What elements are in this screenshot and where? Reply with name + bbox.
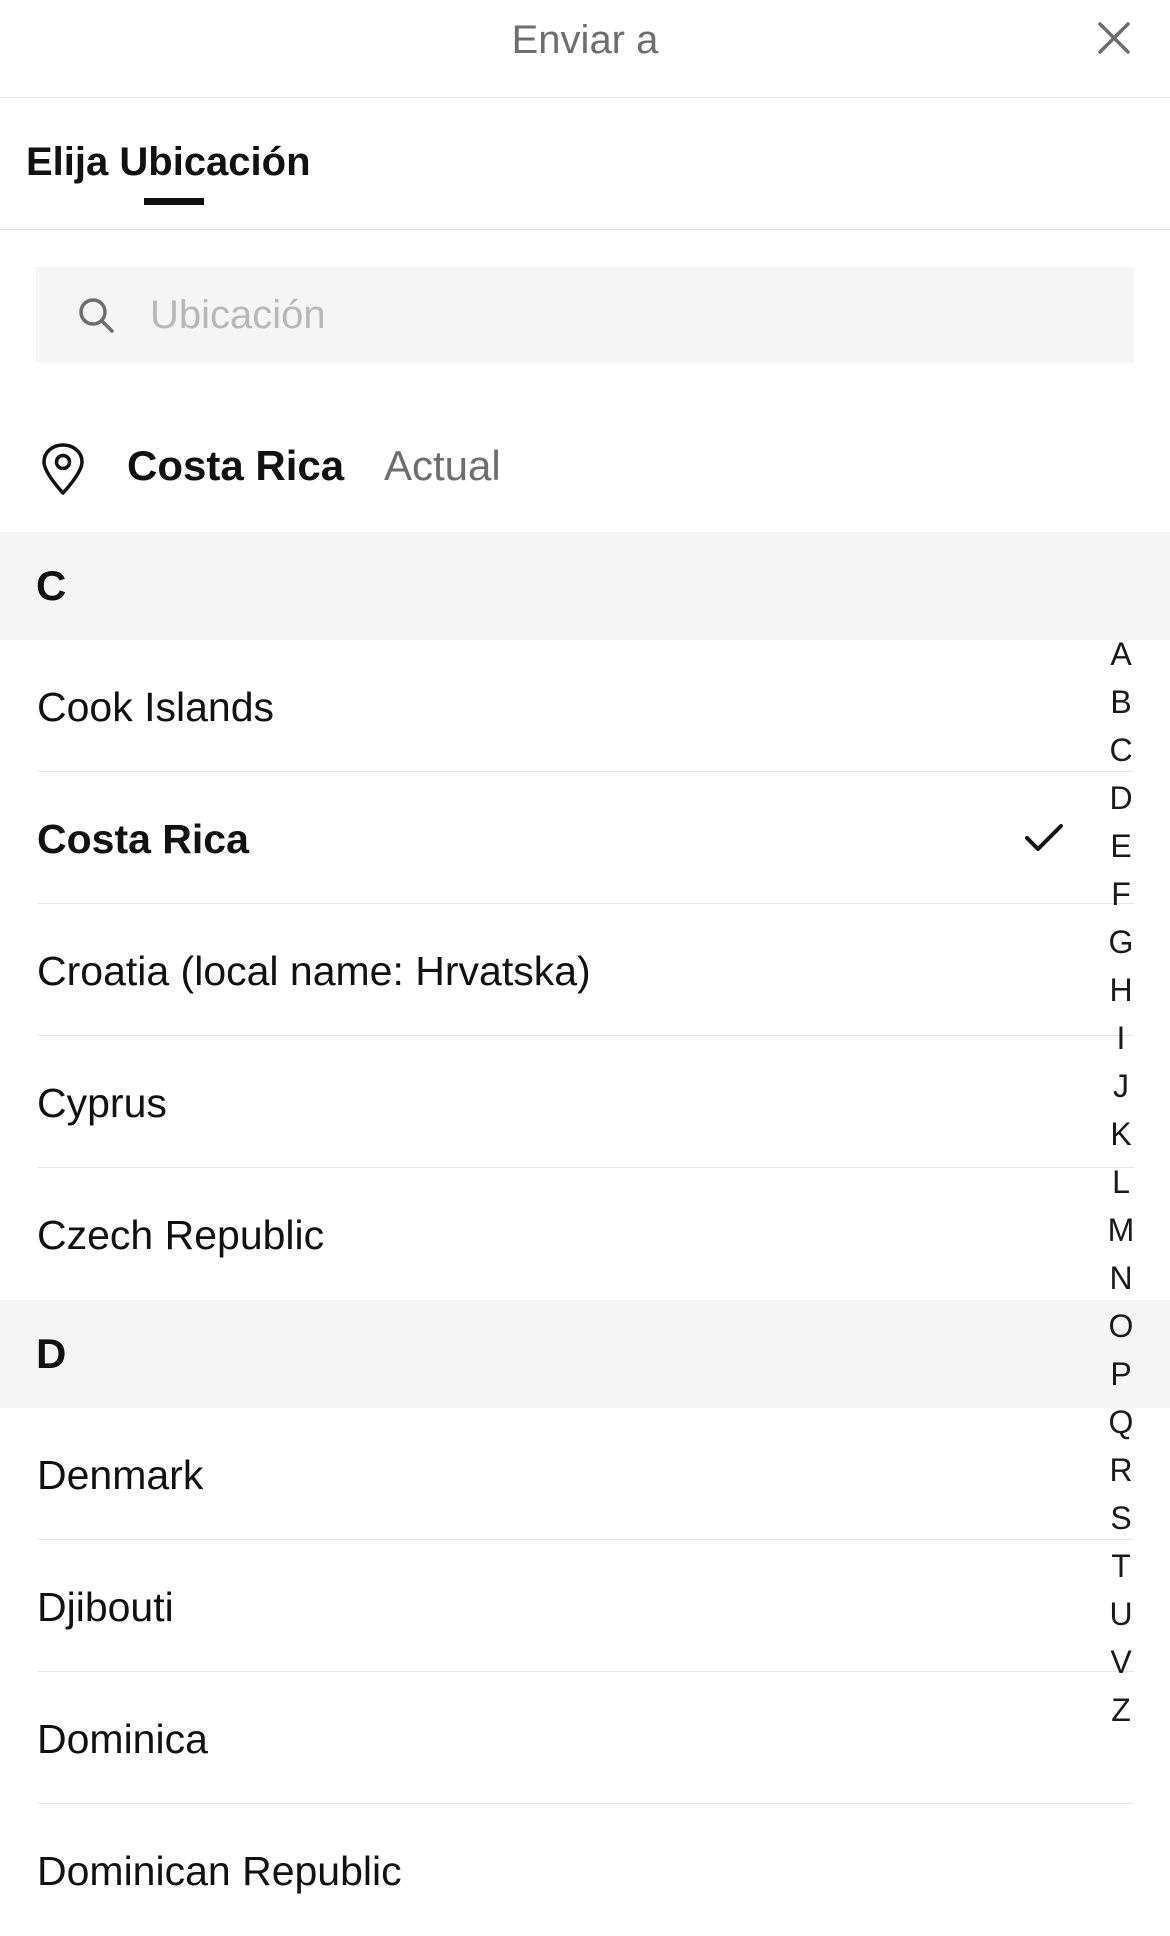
country-row-denmark[interactable]: Denmark	[0, 1408, 1170, 1540]
section-letter: D	[36, 1330, 67, 1377]
alpha-index-letter[interactable]: G	[1100, 918, 1142, 966]
country-row-croatia[interactable]: Croatia (local name: Hrvatska)	[0, 904, 1170, 1036]
alpha-index-letter[interactable]: B	[1100, 678, 1142, 726]
country-row-costa-rica[interactable]: Costa Rica	[0, 772, 1170, 904]
checkmark-icon	[1025, 824, 1063, 851]
alpha-index-letter[interactable]: F	[1100, 870, 1142, 918]
close-button[interactable]	[1096, 20, 1132, 56]
alpha-index-letter[interactable]: S	[1100, 1494, 1142, 1542]
country-label: Djibouti	[37, 1584, 174, 1630]
section-header-d: D	[0, 1300, 1170, 1408]
country-row-cyprus[interactable]: Cyprus	[0, 1036, 1170, 1168]
alpha-index-letter[interactable]: K	[1100, 1110, 1142, 1158]
search-icon	[79, 298, 114, 333]
country-label: Croatia (local name: Hrvatska)	[37, 948, 591, 994]
alpha-index-letter[interactable]: C	[1100, 726, 1142, 774]
search-box	[36, 267, 1134, 363]
country-label: Cyprus	[37, 1080, 167, 1126]
alpha-index-letter[interactable]: O	[1100, 1302, 1142, 1350]
alpha-index-letter[interactable]: I	[1100, 1014, 1142, 1062]
country-row-czech-republic[interactable]: Czech Republic	[0, 1168, 1170, 1300]
country-label: Cook Islands	[37, 684, 275, 730]
location-search-input[interactable]	[150, 267, 1110, 363]
alpha-index-letter[interactable]: A	[1100, 630, 1142, 678]
alpha-index-letter[interactable]: Z	[1100, 1686, 1142, 1734]
current-location-tag: Actual	[384, 442, 501, 489]
active-tab-indicator	[144, 198, 204, 205]
close-icon	[1098, 22, 1130, 54]
country-label: Dominican Republic	[37, 1848, 402, 1894]
alpha-index-letter[interactable]: T	[1100, 1542, 1142, 1590]
alpha-index-letter[interactable]: V	[1100, 1638, 1142, 1686]
tab-bar: Elija Ubicación	[0, 98, 1170, 230]
country-row-cook-islands[interactable]: Cook Islands	[0, 640, 1170, 772]
alpha-index-letter[interactable]: U	[1100, 1590, 1142, 1638]
country-label: Costa Rica	[37, 816, 249, 862]
modal-header: Enviar a	[0, 0, 1170, 98]
section-header-c: C	[0, 532, 1170, 640]
country-label: Dominica	[37, 1716, 208, 1762]
country-label: Czech Republic	[37, 1212, 325, 1258]
alphabet-index: A B C D E F G H I J K L M N O P Q R S T …	[1100, 630, 1142, 1734]
alpha-index-letter[interactable]: N	[1100, 1254, 1142, 1302]
location-pin-icon	[42, 443, 84, 495]
country-label: Denmark	[37, 1452, 204, 1498]
section-letter: C	[36, 562, 67, 609]
country-row-djibouti[interactable]: Djibouti	[0, 1540, 1170, 1672]
alpha-index-letter[interactable]: D	[1100, 774, 1142, 822]
modal-title: Enviar a	[511, 18, 659, 62]
alpha-index-letter[interactable]: E	[1100, 822, 1142, 870]
alpha-index-letter[interactable]: P	[1100, 1350, 1142, 1398]
alpha-index-letter[interactable]: H	[1100, 966, 1142, 1014]
current-location-country: Costa Rica	[127, 442, 345, 489]
alpha-index-letter[interactable]: Q	[1100, 1398, 1142, 1446]
alpha-index-letter[interactable]: M	[1100, 1206, 1142, 1254]
country-row-dominica[interactable]: Dominica	[0, 1672, 1170, 1804]
tab-choose-location[interactable]: Elija Ubicación	[26, 140, 311, 185]
country-row-dominican-republic[interactable]: Dominican Republic	[0, 1804, 1170, 1936]
current-location-row[interactable]: Costa Rica Actual	[0, 420, 1170, 510]
alpha-index-letter[interactable]: L	[1100, 1158, 1142, 1206]
alpha-index-letter[interactable]: J	[1100, 1062, 1142, 1110]
alpha-index-letter[interactable]: R	[1100, 1446, 1142, 1494]
